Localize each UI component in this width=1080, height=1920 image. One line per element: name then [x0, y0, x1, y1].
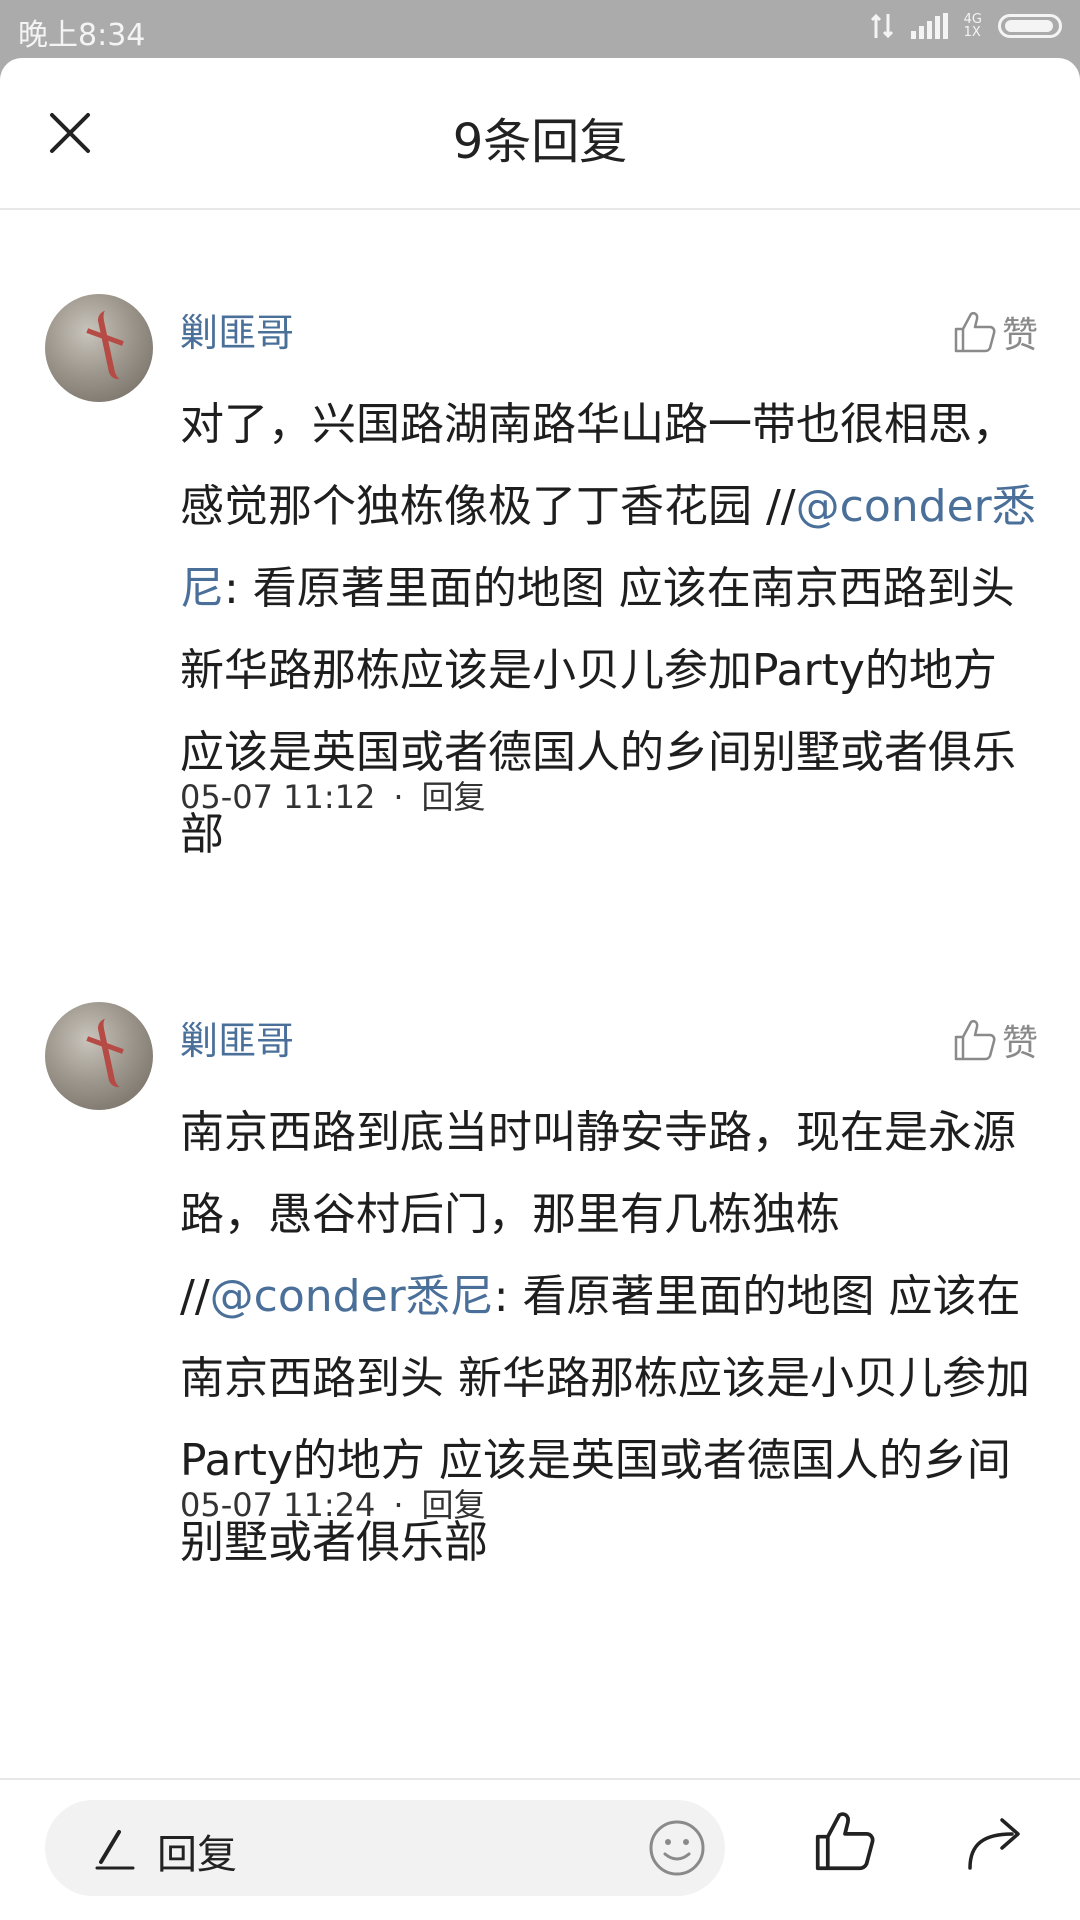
- comment-username[interactable]: 剿匪哥: [180, 302, 294, 357]
- comment-username[interactable]: 剿匪哥: [180, 1010, 294, 1065]
- signal-icon: [910, 13, 948, 39]
- like-button[interactable]: 赞: [952, 306, 1038, 358]
- comment-time: 05-07 11:12: [180, 778, 376, 816]
- comment-time: 05-07 11:24: [180, 1486, 376, 1524]
- like-label: 赞: [1001, 1023, 1038, 1064]
- comment-meta: 05-07 11:24 · 回复: [180, 1486, 486, 1524]
- comment-item: 剿匪哥 赞 南京西路到底当时叫静安寺路，现在是永源路，愚谷村后门，那里有几栋独栋…: [0, 1002, 1080, 1702]
- comment-item: 剿匪哥 赞 对了，兴国路湖南路华山路一带也很相思，感觉那个独栋像极了丁香花园 /…: [0, 294, 1080, 994]
- data-transfer-icon: [870, 13, 893, 39]
- pen-icon: [95, 1830, 135, 1870]
- network-type: 4G 1X: [963, 12, 982, 40]
- status-icons: 4G 1X: [869, 12, 1062, 40]
- replies-sheet: 9条回复 剿匪哥 赞 对了，兴国路湖南路华山路一带也很相思，感觉那个独栋像极了丁…: [0, 58, 1080, 1920]
- thumbs-up-icon: [954, 311, 996, 353]
- like-action-icon[interactable]: [812, 1808, 878, 1874]
- reply-link[interactable]: 回复: [422, 778, 486, 816]
- reply-link[interactable]: 回复: [422, 1486, 486, 1524]
- battery-icon: [998, 14, 1062, 38]
- share-icon[interactable]: [962, 1808, 1028, 1874]
- avatar[interactable]: [45, 1002, 153, 1110]
- sheet-header: 9条回复: [0, 58, 1080, 210]
- emoji-icon[interactable]: [647, 1818, 707, 1878]
- page-title: 9条回复: [452, 114, 628, 170]
- reply-placeholder: 回复: [157, 1832, 237, 1878]
- bottom-bar: 回复: [0, 1778, 1080, 1920]
- comment-meta: 05-07 11:12 · 回复: [180, 778, 486, 816]
- status-time: 晚上8:34: [18, 18, 146, 53]
- like-label: 赞: [1001, 315, 1038, 356]
- like-button[interactable]: 赞: [952, 1014, 1038, 1066]
- avatar[interactable]: [45, 294, 153, 402]
- mention-link[interactable]: @conder悉尼: [210, 1271, 494, 1322]
- status-bar: 晚上8:34 4G 1X: [0, 0, 1080, 58]
- thumbs-up-icon: [954, 1019, 996, 1061]
- reply-input[interactable]: 回复: [45, 1800, 725, 1896]
